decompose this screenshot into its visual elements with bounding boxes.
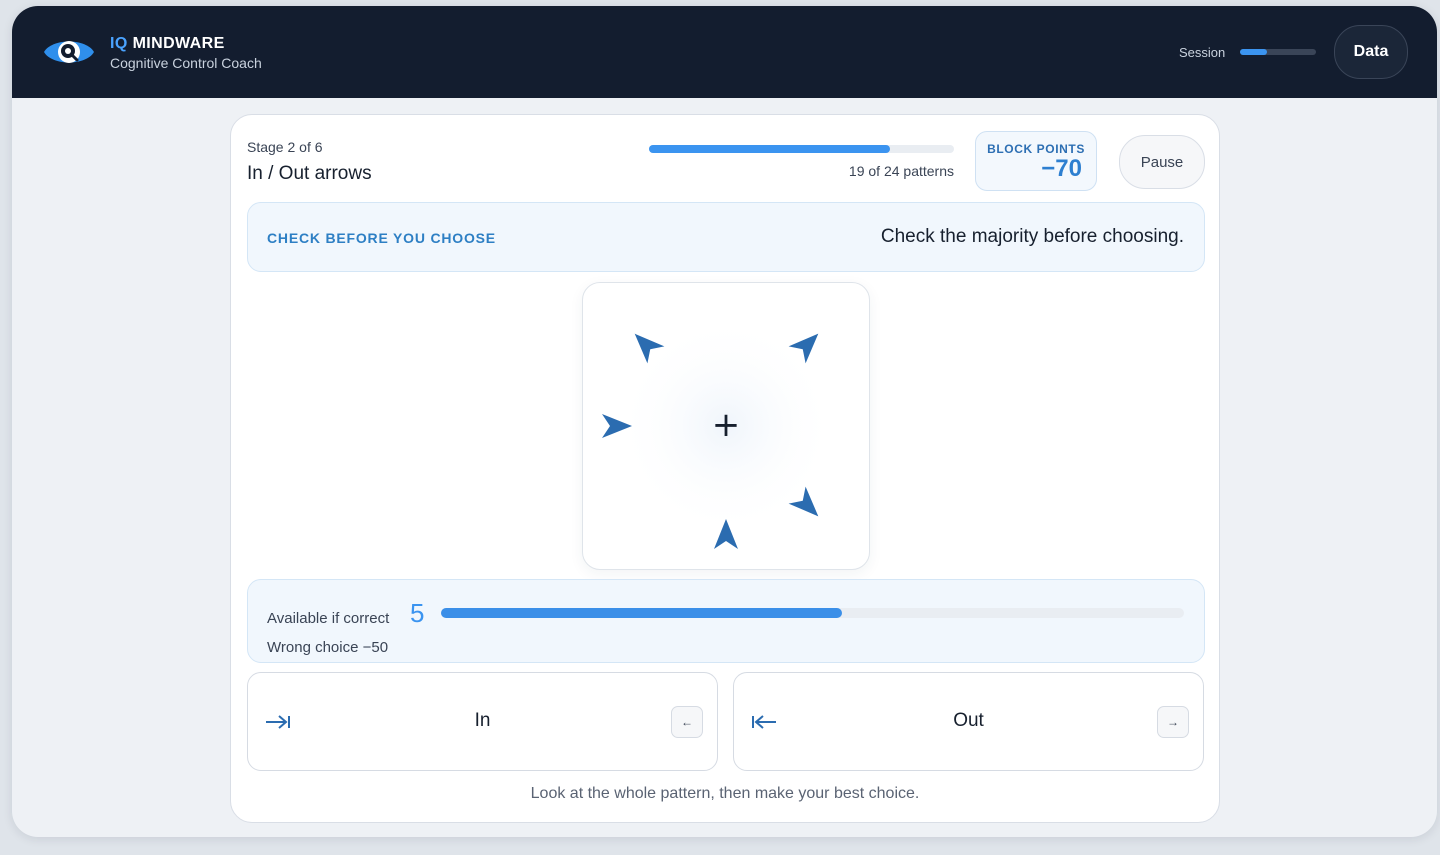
right-key-hint: → — [1157, 706, 1189, 738]
hint-label: CHECK BEFORE YOU CHOOSE — [267, 230, 496, 246]
block-title: In / Out arrows — [247, 163, 372, 184]
brand-prefix: IQ — [110, 35, 128, 52]
available-value: 5 — [410, 598, 425, 628]
session-label: Session — [1179, 45, 1226, 60]
available-label: Available if correct — [267, 610, 390, 627]
stimulus-canvas: + — [602, 316, 836, 549]
brand-name: IQ MINDWARE — [110, 35, 262, 53]
pattern-progress-bar — [649, 145, 954, 153]
out-button[interactable]: Out → — [733, 672, 1204, 771]
block-points: BLOCK POINTS −70 — [975, 131, 1097, 191]
pause-button[interactable]: Pause — [1119, 135, 1205, 189]
hint-text: Check the majority before choosing. — [880, 226, 1184, 247]
reward-bar-fill — [441, 608, 843, 618]
brand-subtitle: Cognitive Control Coach — [110, 55, 262, 71]
footer-instruction: Look at the whole pattern, then make you… — [530, 785, 920, 802]
brand: IQ MINDWARE Cognitive Control Coach — [110, 35, 262, 72]
stage-label: Stage 2 of 6 — [247, 139, 323, 155]
left-key-hint: ← — [671, 706, 703, 738]
stimulus-panel: + — [582, 282, 870, 570]
eye-logo-icon — [44, 41, 94, 63]
in-label: In — [474, 710, 491, 731]
in-button[interactable]: In ← — [247, 672, 718, 771]
block-points-label: BLOCK POINTS — [987, 142, 1085, 156]
reward-bar — [441, 608, 1184, 618]
brand-title: MINDWARE — [132, 35, 225, 52]
wrong-choice-label: Wrong choice −50 — [267, 639, 389, 656]
session-progress-bar — [1240, 49, 1316, 55]
task-card: Stage 2 of 6 In / Out arrows 19 of 24 pa… — [230, 114, 1220, 823]
pattern-progress-fill — [649, 145, 891, 153]
hint-banner: CHECK BEFORE YOU CHOOSE Check the majori… — [247, 202, 1205, 272]
app-window: IQ MINDWARE Cognitive Control Coach Sess… — [12, 6, 1437, 837]
data-button[interactable]: Data — [1334, 25, 1408, 79]
pattern-progress-text: 19 of 24 patterns — [848, 163, 954, 179]
out-label: Out — [953, 710, 984, 731]
session-progress-fill — [1240, 49, 1267, 55]
block-points-value: −70 — [1041, 155, 1082, 182]
top-bar: IQ MINDWARE Cognitive Control Coach Sess… — [12, 6, 1437, 98]
reward-panel: Available if correct 5 Wrong choice −50 — [247, 579, 1205, 663]
fixation-cross: + — [712, 405, 741, 445]
